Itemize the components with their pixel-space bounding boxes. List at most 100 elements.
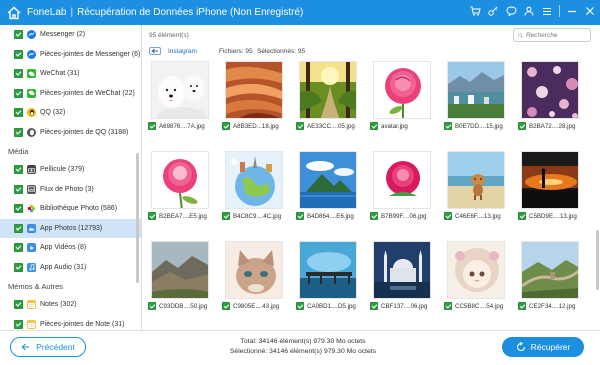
checkbox[interactable] [14,165,23,175]
back-arrow-button[interactable] [149,47,161,55]
checkbox[interactable] [14,184,23,194]
checkbox[interactable] [518,212,526,220]
menu-icon[interactable] [541,5,553,17]
globe-landmarks-thumbnail[interactable] [225,151,283,209]
photo-item[interactable]: B4D864....E6.jpg [291,151,365,220]
samoyed-dogs-thumbnail[interactable] [151,61,209,119]
checkbox[interactable] [518,302,526,310]
checkbox[interactable] [296,302,304,310]
photo-item[interactable]: B2BA72....28.jpg [513,61,587,130]
home-icon[interactable] [5,4,23,22]
chat-icon[interactable] [505,5,517,17]
previous-button[interactable]: Précédent [10,337,86,357]
sidebar-item-label: Bibliothèque Photo (586) [40,205,118,213]
checkbox[interactable] [518,122,526,130]
sunset-silhouette-thumbnail[interactable] [521,151,579,209]
user-icon[interactable] [523,5,535,17]
photo-item[interactable]: CBF137....06.jpg [365,241,439,310]
checkbox[interactable] [222,302,230,310]
sidebar-scrollbar[interactable] [136,153,139,283]
checkbox[interactable] [14,127,23,137]
notes-icon [27,300,36,310]
purple-floral-thumbnail[interactable] [521,61,579,119]
checkbox[interactable] [148,122,156,130]
checkbox[interactable] [444,122,452,130]
sidebar-item-notes[interactable]: Notes (302) [0,295,141,315]
photo-item[interactable]: CC5B8C....54.jpg [439,241,513,310]
red-rose-thumbnail[interactable] [373,151,431,209]
photo-item[interactable]: B2BEA7....E5.jpg [143,151,217,220]
checkbox[interactable] [14,108,23,118]
grid-scrollbar[interactable] [596,230,599,290]
rock-hills-thumbnail[interactable] [151,241,209,299]
checkbox[interactable] [14,30,23,40]
checkbox[interactable] [296,122,304,130]
checkbox[interactable] [14,223,23,233]
checkbox[interactable] [296,212,304,220]
checkbox[interactable] [370,122,378,130]
checkbox[interactable] [222,122,230,130]
checkbox[interactable] [14,243,23,253]
pier-sky-thumbnail[interactable] [299,241,357,299]
checkbox[interactable] [14,319,23,329]
sidebar-item-app-videos[interactable]: App Vidéos (8) [0,238,141,258]
island-sky-thumbnail[interactable] [299,151,357,209]
photo-item[interactable]: CE2F34....12.jpg [513,241,587,310]
checkbox[interactable] [444,212,452,220]
checkbox[interactable] [14,69,23,79]
sidebar-item-note-attachments[interactable]: Pièces-jointes de Note (31) [0,315,141,331]
pink-rose-thumbnail[interactable] [151,151,209,209]
minimize-icon[interactable] [566,5,578,17]
search-input[interactable] [526,31,590,39]
checkbox[interactable] [14,300,23,310]
dog-beach-thumbnail[interactable] [447,151,505,209]
sidebar-item-wechat[interactable]: WeChat (31) [0,64,141,84]
sidebar-item-photo-library[interactable]: Bibliothèque Photo (586) [0,199,141,219]
photo-item[interactable]: B4C8C9....4C.jpg [217,151,291,220]
checkbox[interactable] [444,302,452,310]
photo-item[interactable]: B7B99F....06.jpg [365,151,439,220]
anime-girl-thumbnail[interactable] [447,241,505,299]
checkbox[interactable] [14,204,23,214]
photo-item[interactable]: B0E7DD....15.jpg [439,61,513,130]
pink-rose-thumbnail[interactable] [373,61,431,119]
forest-path-thumbnail[interactable] [299,61,357,119]
search-box[interactable] [513,28,591,42]
sidebar-item-camera-roll[interactable]: Pellicule (379) [0,160,141,180]
folder-name[interactable]: Instagram [168,48,197,55]
key-icon[interactable] [487,5,499,17]
sidebar-item-messenger-attachments[interactable]: Pièces-jointes de Messenger (6) [0,45,141,65]
checkbox[interactable] [370,212,378,220]
checkbox[interactable] [14,88,23,98]
photo-item[interactable]: C9805E....43.jpg [217,241,291,310]
photo-item[interactable]: CA0BD1....D5.jpg [291,241,365,310]
cart-icon[interactable] [469,5,481,17]
photo-item[interactable]: C46E6F....13.jpg [439,151,513,220]
photo-item[interactable]: A69876....7A.jpg [143,61,217,130]
mosque-thumbnail[interactable] [373,241,431,299]
checkbox[interactable] [148,302,156,310]
kitten-thumbnail[interactable] [225,241,283,299]
photo-item[interactable]: AE33CC....05.jpg [291,61,365,130]
photo-item[interactable]: A8B3ED...18.jpg [217,61,291,130]
canyon-rock-thumbnail[interactable] [225,61,283,119]
photo-item[interactable]: avatar.jpg [365,61,439,130]
photo-item[interactable]: C93DDB....50.jpg [143,241,217,310]
sidebar-item-messenger[interactable]: Messenger (2) [0,25,141,45]
recover-button[interactable]: Récupérer [502,337,584,357]
great-wall-thumbnail[interactable] [521,241,579,299]
coastal-town-thumbnail[interactable] [447,61,505,119]
checkbox[interactable] [14,262,23,272]
sidebar-item-wechat-attachments[interactable]: Pièces-jointes de WeChat (22) [0,84,141,104]
checkbox[interactable] [370,302,378,310]
sidebar-item-qq[interactable]: QQ (32) [0,103,141,123]
sidebar-item-app-photos[interactable]: App Photos (12793) [0,218,141,238]
checkbox[interactable] [148,212,156,220]
sidebar-item-app-audio[interactable]: App Audio (31) [0,258,141,278]
checkbox[interactable] [222,212,230,220]
close-icon[interactable] [584,5,596,17]
checkbox[interactable] [14,49,23,59]
sidebar-item-photo-stream[interactable]: Flux de Photo (3) [0,180,141,200]
sidebar-item-qq-attachments[interactable]: Pièces-jointes de QQ (3188) [0,123,141,143]
photo-item[interactable]: C5BD9E....13.jpg [513,151,587,220]
